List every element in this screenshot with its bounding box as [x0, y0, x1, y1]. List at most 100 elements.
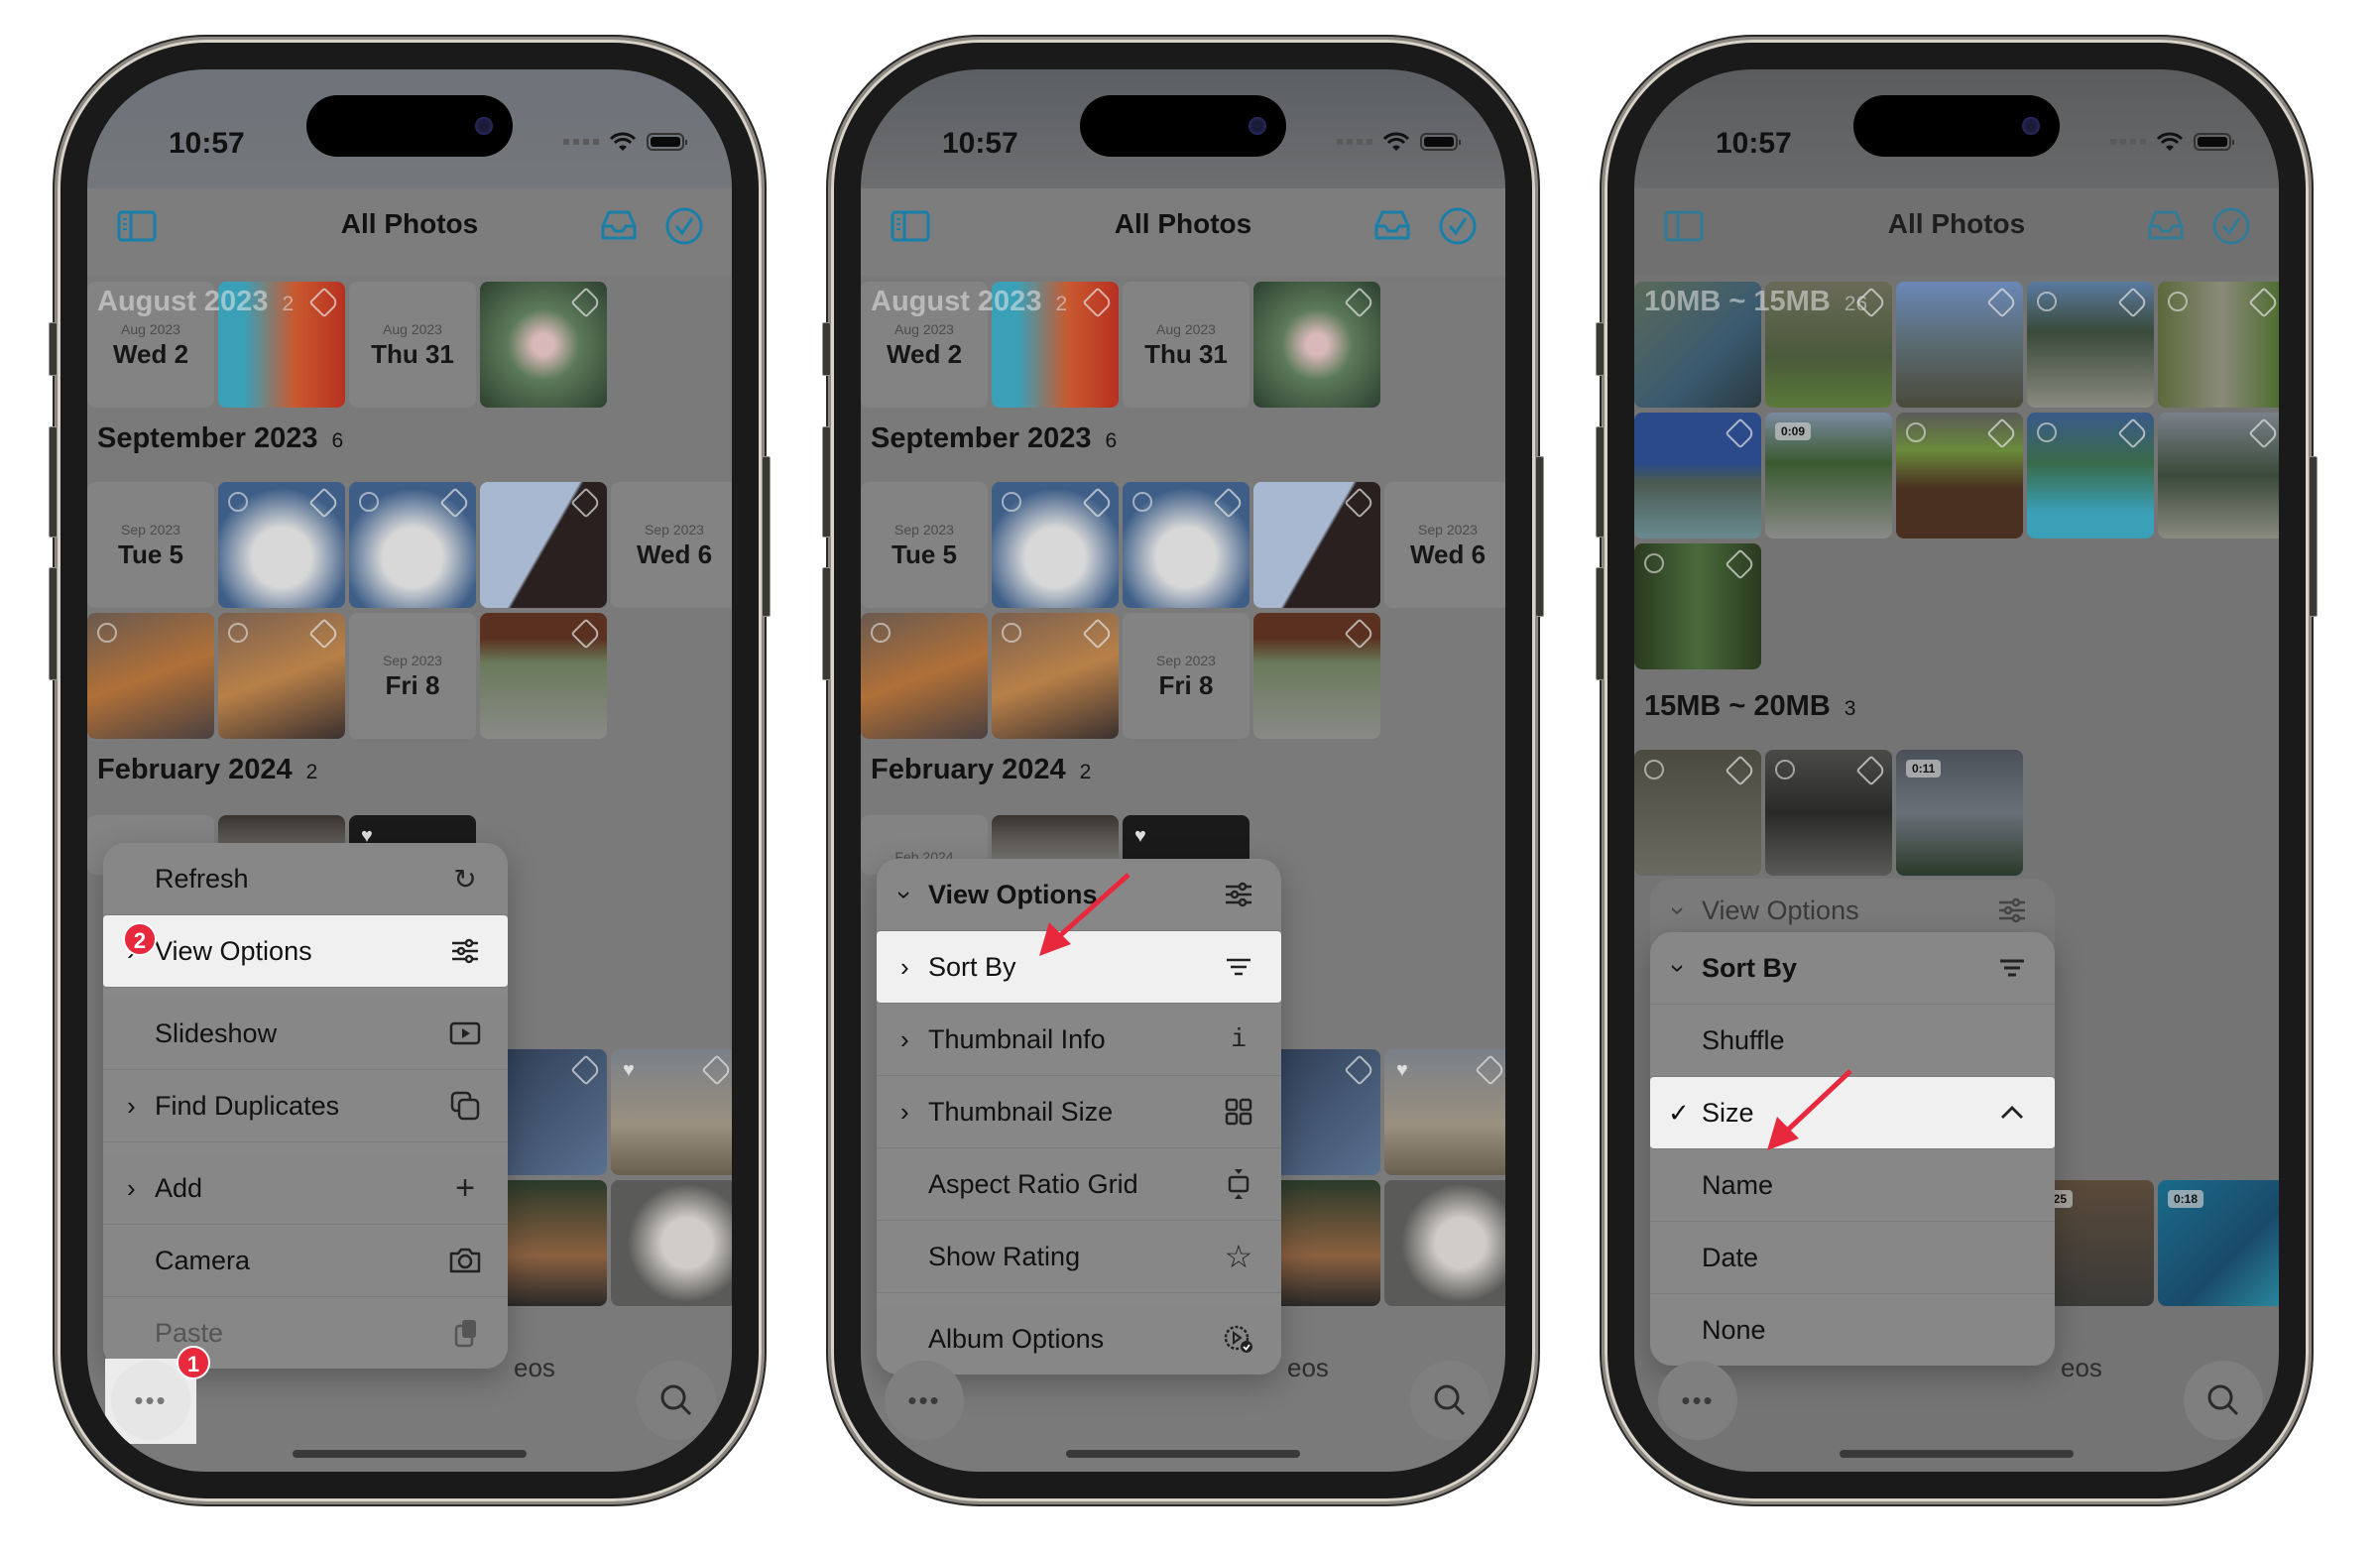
gear-check-icon [1224, 1325, 1252, 1353]
photo-thumbnail[interactable] [2027, 413, 2154, 538]
sort-lines-icon [1227, 958, 1250, 976]
menu-item-find-duplicates[interactable]: › Find Duplicates [103, 1070, 508, 1142]
signal-icon [563, 139, 599, 145]
nav-bar: All Photos [1634, 188, 2279, 276]
photo-thumbnail[interactable] [1896, 413, 2023, 538]
photo-thumbnail[interactable] [1896, 282, 2023, 408]
menu-item-refresh[interactable]: Refresh ↻ [103, 843, 508, 915]
photo-thumbnail[interactable] [1123, 482, 1250, 608]
photo-thumbnail[interactable] [1765, 750, 1892, 876]
sliders-icon [452, 938, 478, 964]
search-button[interactable] [2184, 1361, 2263, 1440]
wifi-icon [609, 132, 637, 151]
refresh-icon: ↻ [453, 863, 477, 895]
photo-thumbnail[interactable] [480, 482, 607, 608]
more-button[interactable]: ••• [111, 1361, 190, 1440]
wifi-icon [1382, 132, 1410, 151]
photo-thumbnail[interactable] [1253, 613, 1380, 739]
photo-thumbnail[interactable] [1253, 482, 1380, 608]
photo-thumbnail[interactable] [349, 482, 476, 608]
menu-item-slideshow[interactable]: Slideshow [103, 998, 508, 1070]
ellipsis-icon: ••• [907, 1384, 941, 1415]
info-icon: i [1231, 1024, 1247, 1054]
more-button[interactable]: ••• [1658, 1361, 1737, 1440]
chevron-down-icon: › [890, 890, 920, 899]
photo-thumbnail[interactable] [480, 282, 607, 408]
screen: 10:57 All Photos 10MB ~ 15MB 26 0:09 15M… [1634, 69, 2279, 1472]
action-button [49, 322, 58, 376]
step-badge-2: 2 [123, 922, 157, 956]
signal-icon [2110, 139, 2146, 145]
phone-frame-1: 10:57 All Photos Aug 2023 Wed 2 Aug 2023 T… [49, 40, 771, 1501]
photo-thumbnail[interactable] [480, 613, 607, 739]
photo-thumbnail[interactable] [2158, 413, 2279, 538]
duplicate-icon [450, 1091, 480, 1121]
menu-item-thumbnail-info[interactable]: › Thumbnail Info i [877, 1004, 1281, 1076]
photo-thumbnail[interactable] [611, 1180, 732, 1306]
volume-up-button [1596, 426, 1605, 538]
photo-thumbnail[interactable] [87, 613, 214, 739]
section-header: 15MB ~ 20MB 3 [1644, 690, 1856, 722]
menu-item-view-options[interactable]: › View Options [103, 915, 508, 988]
power-button [2309, 456, 2318, 617]
photo-thumbnail[interactable] [1634, 413, 1761, 538]
section-header-partial: eos [514, 1353, 555, 1382]
photo-thumbnail[interactable] [218, 613, 345, 739]
ellipsis-icon: ••• [1681, 1384, 1715, 1415]
chevron-down-icon: › [1663, 905, 1694, 915]
menu-item-add[interactable]: › Add + [103, 1152, 508, 1225]
date-tile: Aug 2023 Thu 31 [349, 282, 476, 408]
dynamic-island [1853, 95, 2060, 157]
menu-header-sort-by[interactable]: › Sort By [1650, 932, 2055, 1005]
photo-thumbnail[interactable]: 0:18 [2158, 1180, 2279, 1306]
search-icon [2207, 1384, 2239, 1416]
chevron-right-icon: › [900, 1096, 909, 1127]
photo-thumbnail[interactable] [1384, 1180, 1505, 1306]
menu-item-camera[interactable]: Camera [103, 1225, 508, 1297]
search-button[interactable] [637, 1361, 716, 1440]
photo-thumbnail[interactable] [2158, 282, 2279, 408]
sliders-icon [1999, 897, 2025, 923]
battery-icon [1420, 133, 1461, 151]
photo-thumbnail[interactable] [218, 482, 345, 608]
sort-option-none[interactable]: None [1650, 1294, 2055, 1366]
sort-option-date[interactable]: Date [1650, 1222, 2055, 1294]
camera-icon [449, 1248, 481, 1273]
wifi-icon [2156, 132, 2184, 151]
more-button[interactable]: ••• [885, 1361, 964, 1440]
chevron-right-icon: › [127, 1090, 136, 1121]
inbox-icon[interactable] [597, 204, 641, 248]
menu-item-thumbnail-size[interactable]: › Thumbnail Size [877, 1076, 1281, 1148]
photo-thumbnail[interactable]: 0:11 [1896, 750, 2023, 876]
photo-thumbnail[interactable] [992, 482, 1119, 608]
volume-down-button [1596, 567, 1605, 680]
section-header: September 2023 6 [871, 422, 1118, 454]
section-header: August 2023 2 [97, 286, 295, 317]
select-check-icon[interactable] [2209, 204, 2253, 248]
section-header: 10MB ~ 15MB 26 [1644, 286, 1868, 317]
inbox-icon[interactable] [2144, 204, 2188, 248]
photo-thumbnail[interactable] [1634, 543, 1761, 669]
checkmark-icon: ✓ [1668, 1097, 1690, 1128]
star-icon: ☆ [1224, 1239, 1253, 1274]
grid-icon [1225, 1098, 1252, 1126]
photo-thumbnail[interactable] [992, 613, 1119, 739]
inbox-icon[interactable] [1370, 204, 1414, 248]
screen: 10:57 All Photos Aug 2023 Wed 2 Aug 2023 T… [87, 69, 732, 1472]
photo-thumbnail[interactable] [861, 613, 988, 739]
chevron-down-icon: › [1663, 963, 1694, 973]
photo-thumbnail[interactable] [1253, 282, 1380, 408]
menu-item-show-rating[interactable]: Show Rating ☆ [877, 1221, 1281, 1293]
photo-thumbnail[interactable] [2027, 282, 2154, 408]
plus-icon: + [455, 1168, 475, 1207]
menu-item-aspect-ratio-grid[interactable]: Aspect Ratio Grid [877, 1148, 1281, 1221]
status-time: 10:57 [1716, 127, 1792, 160]
select-check-icon[interactable] [1436, 204, 1480, 248]
photo-thumbnail[interactable]: ♥ [1384, 1049, 1505, 1175]
volume-up-button [822, 426, 831, 538]
photo-thumbnail[interactable]: 0:09 [1765, 413, 1892, 538]
photo-thumbnail[interactable]: ♥ [611, 1049, 732, 1175]
search-button[interactable] [1410, 1361, 1489, 1440]
photo-thumbnail[interactable] [1634, 750, 1761, 876]
select-check-icon[interactable] [662, 204, 706, 248]
